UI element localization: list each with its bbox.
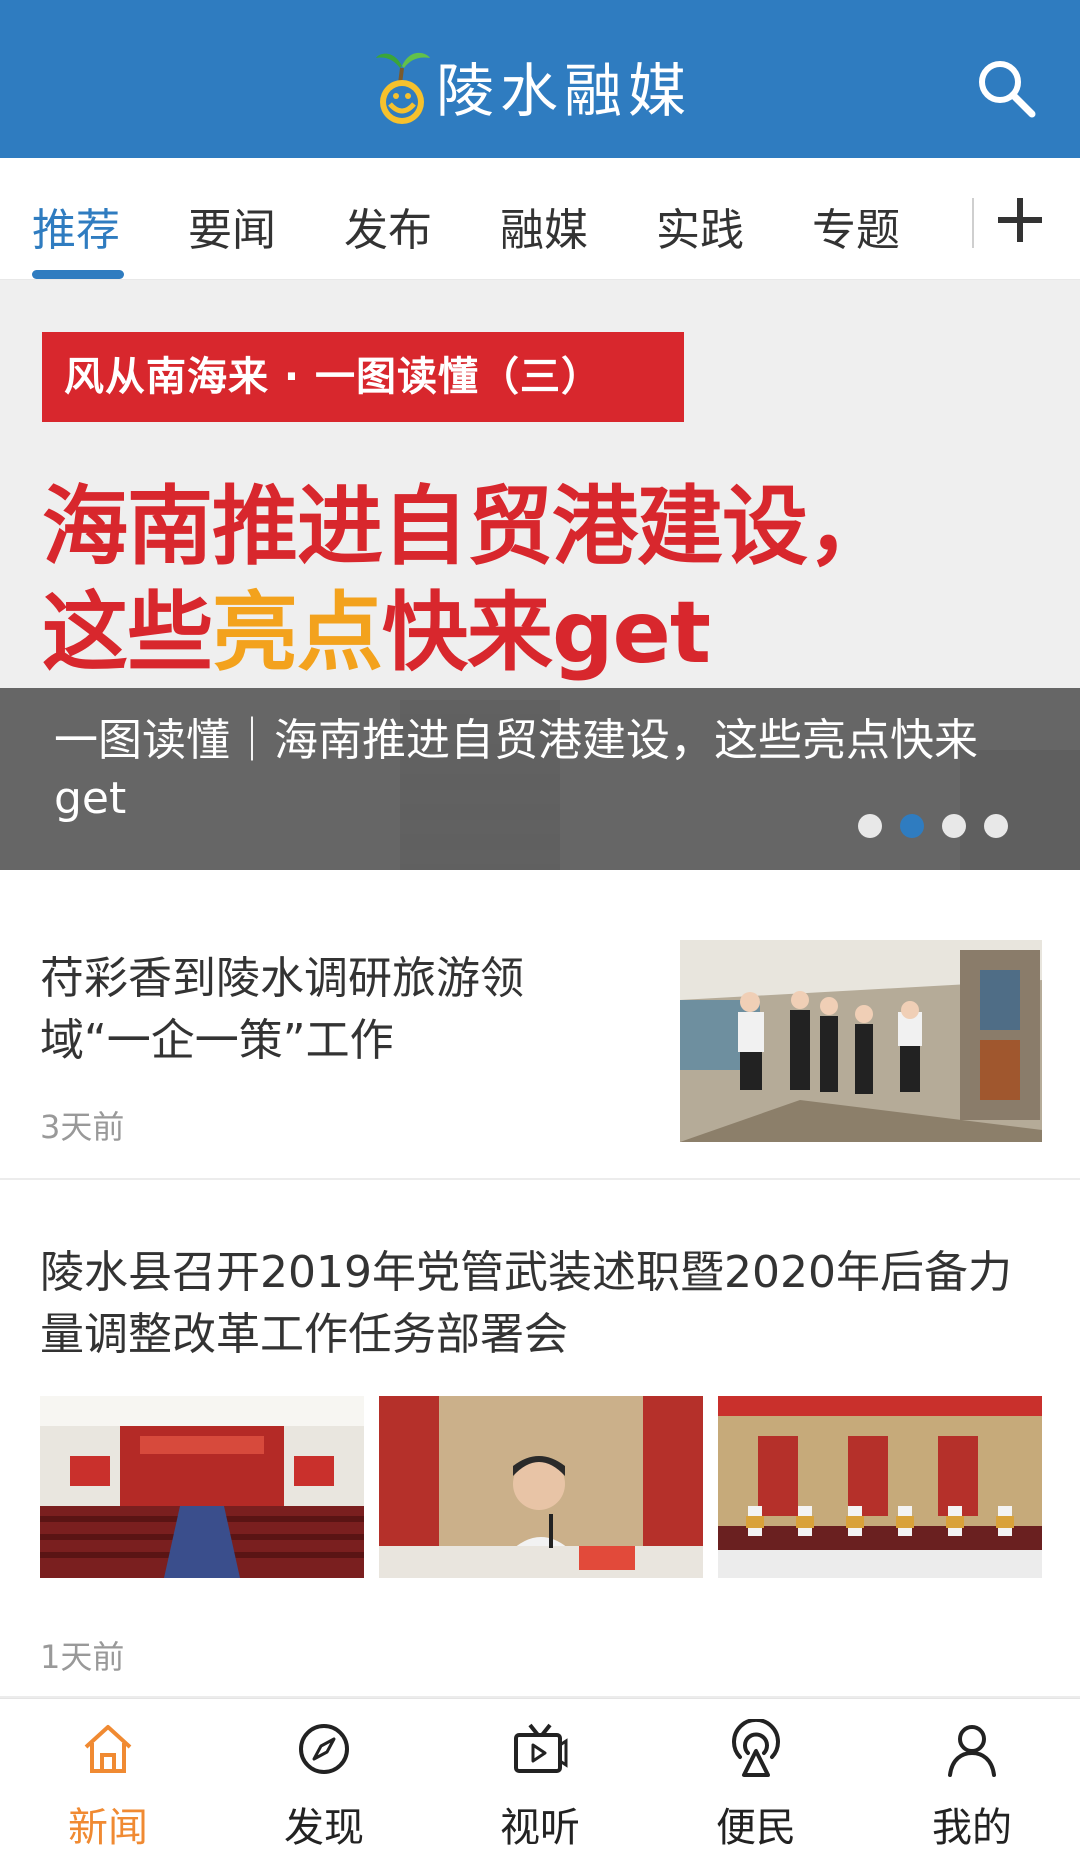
article-thumbnail [379, 1396, 703, 1578]
tab-media[interactable]: 融媒 [500, 194, 588, 258]
article-time: 3天前 [40, 1108, 125, 1146]
speaker-photo [379, 1396, 703, 1578]
carousel-dot[interactable] [858, 814, 882, 838]
app-logo: 陵水融媒 [372, 44, 692, 128]
article-title: 陵水县召开2019年党管武装述职暨2020年后备力量调整改革工作任务部署会 [40, 1247, 1012, 1360]
bottom-tab-bar: 新闻 发现 视听 便民 我的 [0, 1698, 1080, 1863]
tab-headlines[interactable]: 要闻 [188, 194, 276, 258]
nav-profile[interactable]: 我的 [864, 1699, 1080, 1863]
banner-headline-part-c: 快来get [382, 583, 711, 683]
meeting-hall-photo [40, 1396, 364, 1578]
tab-topics[interactable]: 专题 [812, 194, 900, 258]
carousel-indicator [858, 814, 1008, 838]
banner-tag: 风从南海来 · 一图读懂（三） [42, 332, 684, 422]
app-header: 陵水融媒 [0, 0, 1080, 158]
nav-label: 新闻 [68, 1805, 148, 1851]
nav-media[interactable]: 视听 [432, 1699, 648, 1863]
tab-divider [972, 198, 974, 248]
coconut-logo-icon [376, 52, 430, 124]
nav-label: 便民 [716, 1805, 796, 1851]
channel-tabs: 推荐 要闻 发布 融媒 实践 专题 [0, 158, 1080, 280]
nav-discover[interactable]: 发现 [216, 1699, 432, 1863]
active-tab-indicator [32, 270, 124, 279]
search-icon[interactable] [974, 56, 1038, 120]
news-list-item[interactable]: 陵水县召开2019年党管武装述职暨2020年后备力量调整改革工作任务部署会 1天… [0, 1182, 1080, 1698]
tab-practice[interactable]: 实践 [656, 194, 744, 258]
nav-services[interactable]: 便民 [648, 1699, 864, 1863]
news-list-item[interactable]: 苻彩香到陵水调研旅游领域“一企一策”工作 3天前 [0, 880, 1080, 1180]
article-thumbnail [680, 940, 1042, 1142]
tv-play-icon [514, 1723, 568, 1773]
carousel-dot[interactable] [942, 814, 966, 838]
carousel-dot[interactable] [984, 814, 1008, 838]
nav-label: 视听 [500, 1805, 580, 1851]
user-icon [948, 1725, 996, 1777]
banner-headline-part-a: 这些 [42, 583, 213, 683]
plus-icon[interactable] [980, 180, 1060, 260]
banner-carousel[interactable]: 风从南海来 · 一图读懂（三） 海南推进自贸港建设， 这些亮点快来get 一图读… [0, 280, 1080, 870]
carousel-dot-active[interactable] [900, 814, 924, 838]
award-ceremony-photo [718, 1396, 1042, 1578]
home-icon [84, 1725, 132, 1773]
banner-headline-line2: 这些亮点快来get [42, 562, 711, 687]
article-thumbnail [40, 1396, 364, 1578]
banner-caption: 一图读懂｜海南推进自贸港建设，这些亮点快来get [54, 715, 978, 824]
nav-label: 发现 [284, 1805, 364, 1851]
article-time: 1天前 [40, 1638, 125, 1676]
nav-news[interactable]: 新闻 [0, 1699, 216, 1863]
app-title: 陵水融媒 [436, 57, 693, 125]
compass-icon [299, 1724, 349, 1774]
location-pin-icon [732, 1719, 780, 1777]
banner-caption-bar: 一图读懂｜海南推进自贸港建设，这些亮点快来get [0, 688, 1080, 870]
article-title: 苻彩香到陵水调研旅游领域“一企一策”工作 [40, 953, 524, 1066]
nav-label: 我的 [932, 1805, 1012, 1851]
article-thumbnail [718, 1396, 1042, 1578]
exhibition-visit-photo [680, 940, 1042, 1142]
tab-recommend[interactable]: 推荐 [32, 194, 120, 258]
tab-release[interactable]: 发布 [344, 194, 432, 258]
article-image-row [40, 1396, 1042, 1578]
banner-headline-highlight: 亮点 [212, 583, 383, 683]
